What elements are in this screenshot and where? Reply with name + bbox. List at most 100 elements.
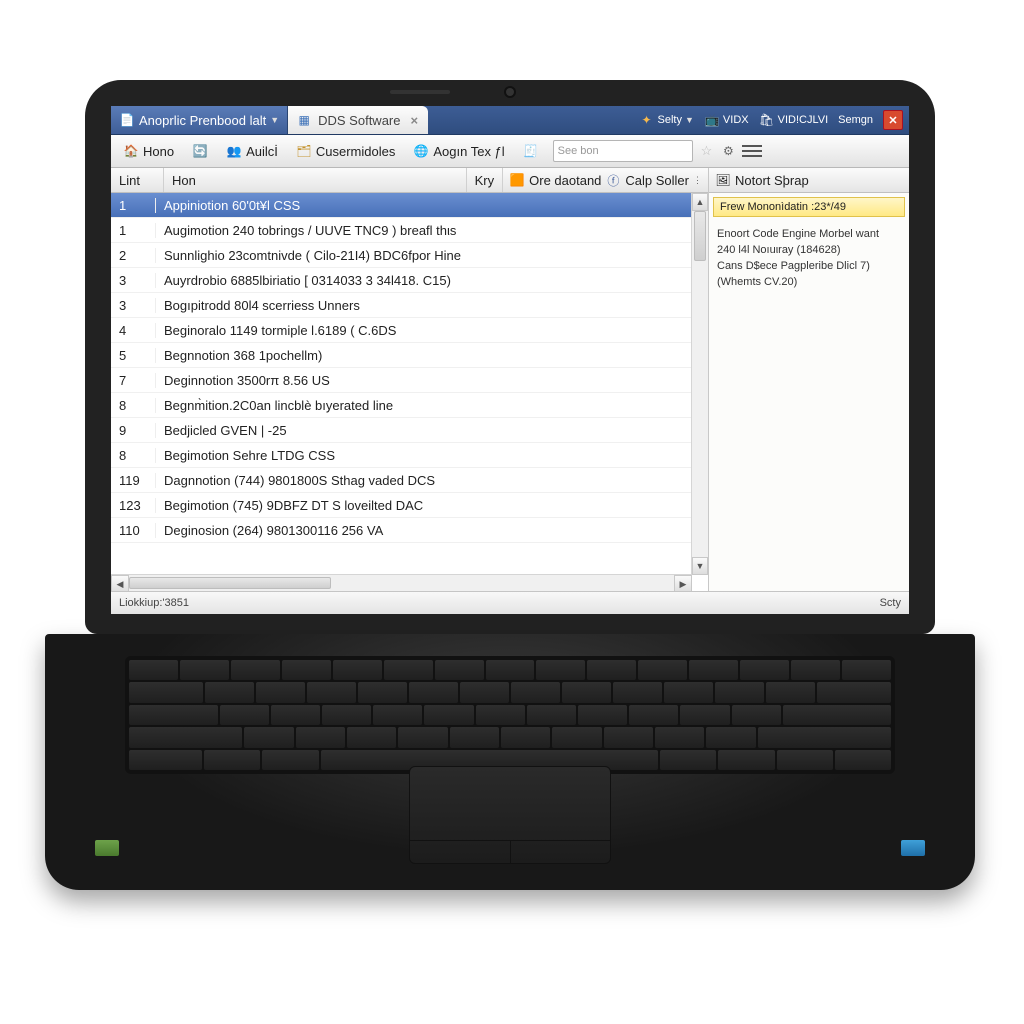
tab-label: Anoprlic Prenbood lalt bbox=[139, 113, 266, 128]
row-text: Bedjicled GVEN | -25 bbox=[156, 423, 692, 438]
table-row[interactable]: 3Auyrdrobio 6885lbiriatio [ 0314033 3 34… bbox=[111, 268, 692, 293]
column-header[interactable]: Calp Soller bbox=[625, 173, 689, 188]
browser-tab-bar: 📄 Anoprlic Prenbood lalt ▼ ▦ DDS Softwar… bbox=[111, 106, 909, 135]
table-row[interactable]: 4Beginoralo 1149 tormiple l.6189 ( C.6DS bbox=[111, 318, 692, 343]
row-text: Augimotion 240 tobrings / UUVE TNC9 ) br… bbox=[156, 223, 692, 238]
table-row[interactable]: 5Begnnotion 368 1pochellm) bbox=[111, 343, 692, 368]
tool-button[interactable]: 🧾 bbox=[515, 140, 547, 162]
people-icon: 👥 bbox=[226, 143, 242, 159]
more-icon[interactable]: ⋮ bbox=[693, 175, 702, 186]
row-number: 8 bbox=[111, 398, 156, 413]
row-text: Bogıpitrodd 80l4 scerriess Unners bbox=[156, 298, 692, 313]
side-text-line: Enoort Code Engine Morbel want bbox=[717, 227, 901, 243]
active-tab[interactable]: ▦ DDS Software × bbox=[288, 106, 428, 134]
scroll-up-icon[interactable]: ▲ bbox=[692, 193, 708, 211]
row-number: 110 bbox=[111, 523, 156, 538]
side-panel-title: Notort Sþrap bbox=[735, 173, 809, 188]
app-icon: 🟧 bbox=[509, 172, 525, 188]
row-text: Dagnnotion (744) 9801800S Sthag vaded DC… bbox=[156, 473, 692, 488]
table-row[interactable]: 8Begnm̀ition.2C0an lincblè bıyerated lin… bbox=[111, 393, 692, 418]
row-text: Deginosion (264) 9801300116 256 VA bbox=[156, 523, 692, 538]
row-number: 3 bbox=[111, 298, 156, 313]
side-panel-body: Enoort Code Engine Morbel want240 l4l No… bbox=[709, 221, 909, 297]
row-number: 1 bbox=[111, 223, 156, 238]
horizontal-scrollbar[interactable]: ◀ ▶ bbox=[111, 574, 692, 591]
table-row[interactable]: 110Deginosion (264) 9801300116 256 VA bbox=[111, 518, 692, 543]
laptop-base bbox=[45, 634, 975, 890]
side-panel-header: 🖼 Notort Sþrap bbox=[709, 168, 909, 193]
scroll-right-icon[interactable]: ▶ bbox=[674, 575, 692, 591]
scroll-down-icon[interactable]: ▼ bbox=[692, 557, 708, 575]
settings-icon[interactable]: ⚙ bbox=[720, 143, 736, 159]
row-number: 123 bbox=[111, 498, 156, 513]
row-number: 9 bbox=[111, 423, 156, 438]
panel-icon: 🖼 bbox=[715, 172, 731, 188]
side-text-line: (Whemts CV.20) bbox=[717, 275, 901, 291]
window-close-button[interactable]: ✕ bbox=[883, 110, 903, 130]
grid-header: Lint Hon Kry 🟧 Ore daotand ⓕ Calp Soller… bbox=[111, 168, 708, 193]
home-button[interactable]: 🏠Hono bbox=[115, 140, 182, 162]
agent-text-button[interactable]: 🌐Aogın Tex ƒl bbox=[405, 140, 512, 162]
status-left: Liokkiup:'3851 bbox=[119, 597, 189, 609]
scroll-thumb[interactable] bbox=[129, 577, 331, 589]
folder-icon: 🗂 bbox=[296, 143, 312, 159]
scroll-left-icon[interactable]: ◀ bbox=[111, 575, 129, 591]
column-header[interactable]: Lint bbox=[111, 168, 164, 192]
row-number: 119 bbox=[111, 473, 156, 488]
table-row[interactable]: 9Bedjicled GVEN | -25 bbox=[111, 418, 692, 443]
refresh-button[interactable]: 🔄 bbox=[184, 140, 216, 162]
background-tab[interactable]: 📄 Anoprlic Prenbood lalt ▼ bbox=[111, 106, 288, 134]
scroll-thumb[interactable] bbox=[694, 211, 706, 261]
column-header[interactable]: Kry bbox=[467, 168, 504, 192]
row-text: Sunnlighio 23comtnivde ( Cilo-21I4) BDC6… bbox=[156, 248, 692, 263]
row-number: 4 bbox=[111, 323, 156, 338]
row-number: 8 bbox=[111, 448, 156, 463]
table-row[interactable]: 3Bogıpitrodd 80l4 scerriess Unners bbox=[111, 293, 692, 318]
row-number: 5 bbox=[111, 348, 156, 363]
row-text: Begimotion (745) 9DBFZ DT S loveilted DA… bbox=[156, 498, 692, 513]
row-text: Begnm̀ition.2C0an lincblè bıyerated line bbox=[156, 398, 692, 413]
grid-rows: 1Appiniotion 60'0t¥l CSS1Augimotion 240 … bbox=[111, 193, 708, 591]
home-icon: 🏠 bbox=[123, 143, 139, 159]
side-text-line: Cans D$ece Pagpleribe Dlicl 7) bbox=[717, 259, 901, 275]
table-row[interactable]: 2Sunnlighio 23comtnivde ( Cilo-21I4) BDC… bbox=[111, 243, 692, 268]
table-row[interactable]: 1Augimotion 240 tobrings / UUVE TNC9 ) b… bbox=[111, 218, 692, 243]
bookmark-star-icon[interactable]: ☆ bbox=[695, 143, 719, 159]
titlebar-item[interactable]: 🛍VID!CJLVI bbox=[759, 112, 829, 128]
table-row[interactable]: 8Begimotion Sehre LTDG CSS bbox=[111, 443, 692, 468]
vertical-scrollbar[interactable]: ▲ ▼ bbox=[691, 193, 708, 575]
tool-icon: 🧾 bbox=[523, 143, 539, 159]
hamburger-menu-icon[interactable] bbox=[742, 141, 762, 161]
table-row[interactable]: 123Begimotion (745) 9DBFZ DT S loveilted… bbox=[111, 493, 692, 518]
side-text-line: 240 l4l Noıuιray (184628) bbox=[717, 243, 901, 259]
row-text: Deginnotion 3500rπ 8.56 US bbox=[156, 373, 692, 388]
column-header[interactable]: Hon bbox=[164, 168, 467, 192]
table-row[interactable]: 1Appiniotion 60'0t¥l CSS bbox=[111, 193, 692, 218]
side-panel: 🖼 Notort Sþrap Frew Mononìdatin :23*/49 … bbox=[709, 168, 909, 591]
toolbar: 🏠Hono 🔄 👥Auilcİ 🗂Cusermidoles 🌐Aogın Tex… bbox=[111, 135, 909, 168]
row-text: Begimotion Sehre LTDG CSS bbox=[156, 448, 692, 463]
row-number: 3 bbox=[111, 273, 156, 288]
tab-icon: ▦ bbox=[296, 112, 312, 128]
globe-icon: 🌐 bbox=[413, 143, 429, 159]
tab-label: DDS Software bbox=[318, 113, 400, 128]
titlebar-item[interactable]: 📺VIDX bbox=[704, 112, 749, 128]
notice-banner[interactable]: Frew Mononìdatin :23*/49 bbox=[713, 197, 905, 217]
table-row[interactable]: 119Dagnnotion (744) 9801800S Sthag vaded… bbox=[111, 468, 692, 493]
row-text: Auyrdrobio 6885lbiriatio [ 0314033 3 34l… bbox=[156, 273, 692, 288]
titlebar-item[interactable]: Semgn bbox=[838, 114, 873, 126]
chevron-down-icon: ▼ bbox=[270, 115, 279, 125]
row-number: 2 bbox=[111, 248, 156, 263]
status-bar: Liokkiup:'3851 Scty bbox=[111, 591, 909, 614]
customers-button[interactable]: 🗂Cusermidoles bbox=[288, 140, 403, 162]
audit-button[interactable]: 👥Auilcİ bbox=[218, 140, 286, 162]
refresh-icon: 🔄 bbox=[192, 143, 208, 159]
titlebar-item[interactable]: ✦Selty▼ bbox=[639, 112, 694, 128]
row-text: Beginoralo 1149 tormiple l.6189 ( C.6DS bbox=[156, 323, 692, 338]
table-row[interactable]: 7Deginnotion 3500rπ 8.56 US bbox=[111, 368, 692, 393]
search-input[interactable]: See bon bbox=[553, 140, 693, 162]
main-grid-pane: Lint Hon Kry 🟧 Ore daotand ⓕ Calp Soller… bbox=[111, 168, 709, 591]
column-header[interactable]: Ore daotand bbox=[529, 173, 601, 188]
row-number: 1 bbox=[111, 198, 156, 213]
close-tab-icon[interactable]: × bbox=[407, 113, 419, 128]
